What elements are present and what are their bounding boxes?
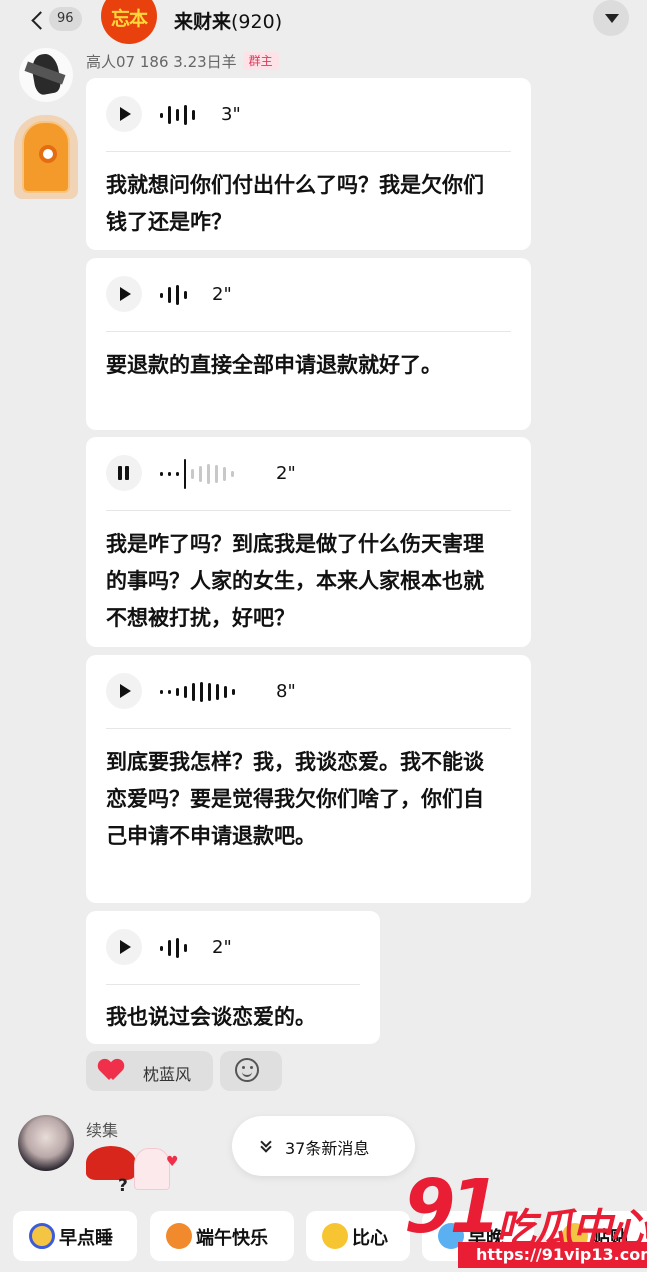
play-icon xyxy=(120,107,131,121)
voice-transcript: 到底要我怎样？我，我谈恋爱。我不能谈恋爱吗？要是觉得我欠你们啥了，你们自己申请不… xyxy=(106,750,484,848)
add-reaction-button[interactable] xyxy=(220,1051,282,1091)
heart-hands-icon xyxy=(322,1223,348,1249)
sticker-text: ? xyxy=(118,1176,128,1196)
more-menu-button[interactable] xyxy=(593,0,629,36)
play-button[interactable] xyxy=(106,276,142,312)
member-count: (920) xyxy=(231,11,283,33)
quick-reply-chip[interactable]: 早点睡 xyxy=(13,1211,137,1261)
smiley-icon xyxy=(235,1058,259,1082)
play-icon xyxy=(120,940,131,954)
sticker-cat-image xyxy=(134,1148,170,1190)
voice-duration: 2" xyxy=(212,937,232,958)
voice-transcript: 要退款的直接全部申请退款就好了。 xyxy=(106,353,442,377)
voice-message[interactable]: 2" 我也说过会谈恋爱的。 xyxy=(86,911,380,1044)
reaction-chip[interactable]: 枕蓝风 xyxy=(86,1051,213,1091)
voice-message[interactable]: 8" 到底要我怎样？我，我谈恋爱。我不能谈恋爱吗？要是觉得我欠你们啥了，你们自己… xyxy=(86,655,531,903)
sender-avatar[interactable] xyxy=(19,48,73,102)
waveform xyxy=(160,283,187,307)
play-button[interactable] xyxy=(106,673,142,709)
sender-meta: 高人07 186 3.23日羊 xyxy=(86,53,237,71)
chevron-left-icon xyxy=(31,11,50,30)
chat-header: 96 忘本 来财来(920) xyxy=(0,0,647,46)
voice-duration: 2" xyxy=(276,463,296,484)
new-messages-label: 37条新消息 xyxy=(285,1139,370,1158)
voice-message[interactable]: 2" 要退款的直接全部申请退款就好了。 xyxy=(86,258,531,430)
pause-icon xyxy=(118,466,130,480)
voice-transcript: 我就想问你们付出什么了吗？我是欠你们钱了还是咋？ xyxy=(106,173,484,234)
quick-reply-chip[interactable]: 端午快乐 xyxy=(150,1211,294,1261)
waveform xyxy=(160,936,187,960)
reaction-user: 枕蓝风 xyxy=(143,1065,192,1084)
watermark-logo-number: 91 xyxy=(404,1164,501,1250)
voice-player: 2" xyxy=(106,455,511,493)
group-title: 来财来(920) xyxy=(174,7,282,34)
voice-player: 2" xyxy=(106,276,511,314)
moon-icon xyxy=(29,1223,55,1249)
play-button[interactable] xyxy=(106,929,142,965)
voice-duration: 2" xyxy=(212,284,232,305)
double-chevron-down-icon xyxy=(260,1138,272,1152)
group-avatar-text: 忘本 xyxy=(110,8,148,30)
back-button[interactable] xyxy=(26,8,50,32)
quick-reply-label: 早点睡 xyxy=(59,1228,113,1249)
level-badge xyxy=(14,115,78,199)
next-sender-name: 续集 xyxy=(86,1121,119,1140)
quick-reply-label: 比心 xyxy=(352,1228,388,1249)
door-icon xyxy=(22,121,70,193)
voice-player: 3" xyxy=(106,96,511,134)
voice-duration: 3" xyxy=(221,104,241,125)
voice-message[interactable]: 2" 我是咋了吗？到底我是做了什么伤天害理的事吗？人家的女生，本来人家根本也就不… xyxy=(86,437,531,647)
voice-transcript: 我也说过会谈恋爱的。 xyxy=(106,1005,316,1029)
voice-player: 8" xyxy=(106,673,511,711)
play-icon xyxy=(120,684,131,698)
unread-count-badge[interactable]: 96 xyxy=(49,7,82,31)
dragon-icon xyxy=(166,1223,192,1249)
sticker-image[interactable] xyxy=(86,1146,136,1180)
watermark-url: https://91vip13.com xyxy=(458,1242,647,1268)
sender-info: 高人07 186 3.23日羊 群主 xyxy=(86,51,279,72)
voice-player: 2" xyxy=(106,929,360,967)
role-badge: 群主 xyxy=(242,52,279,70)
waveform xyxy=(160,680,235,704)
play-icon xyxy=(120,287,131,301)
play-button[interactable] xyxy=(106,96,142,132)
caret-down-icon xyxy=(605,14,619,23)
pause-button[interactable] xyxy=(106,455,142,491)
input-bar-edge xyxy=(0,1272,647,1280)
group-name: 来财来 xyxy=(174,11,232,33)
heart-icon xyxy=(99,1060,123,1082)
voice-message[interactable]: 3" 我就想问你们付出什么了吗？我是欠你们钱了还是咋？ xyxy=(86,78,531,250)
sticker-heart-icon: ♥ xyxy=(166,1154,179,1170)
quick-reply-chip[interactable]: 比心 xyxy=(306,1211,410,1261)
new-messages-button[interactable]: 37条新消息 xyxy=(232,1116,415,1176)
next-sender-avatar[interactable] xyxy=(18,1115,74,1171)
voice-duration: 8" xyxy=(276,681,296,702)
voice-transcript: 我是咋了吗？到底我是做了什么伤天害理的事吗？人家的女生，本来人家根本也就不想被打… xyxy=(106,532,484,630)
group-avatar[interactable]: 忘本 xyxy=(101,0,157,44)
waveform xyxy=(160,459,234,489)
quick-reply-label: 端午快乐 xyxy=(196,1228,268,1249)
waveform xyxy=(160,103,195,127)
